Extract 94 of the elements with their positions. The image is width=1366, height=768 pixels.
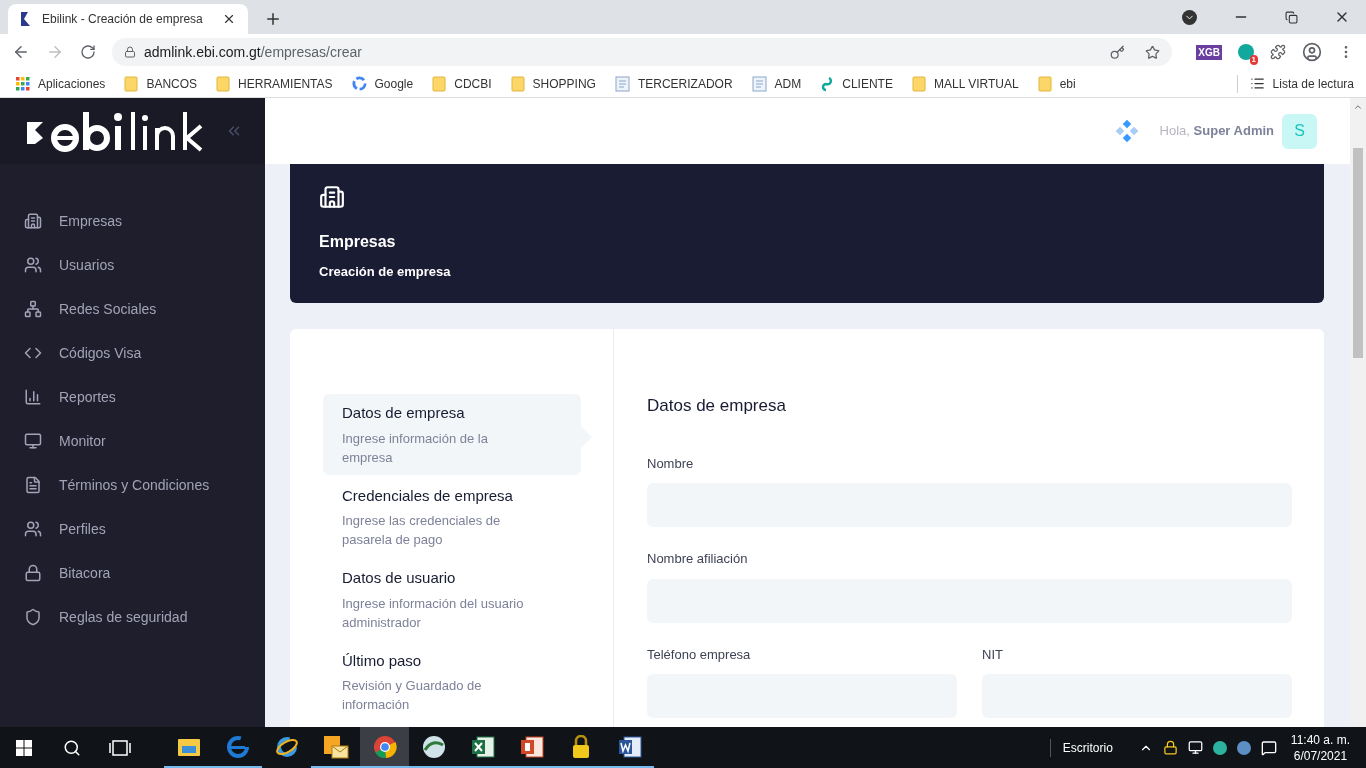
bookmark-link[interactable]: HERRAMIENTAS [238, 74, 333, 93]
wizard-step[interactable]: Datos de usuario Ingrese información del usuario administrador [323, 559, 581, 640]
tab-title: Ebilink - Creación de empresa [42, 11, 203, 28]
bookmark-link[interactable]: BANCOS [146, 74, 198, 93]
bookmark-link[interactable]: CLIENTE [842, 74, 893, 93]
tab-search-icon[interactable] [1182, 9, 1197, 25]
wizard-step[interactable]: Último paso Revisión y Guardado de información [323, 641, 581, 722]
sidebar-item[interactable]: Perfiles [24, 507, 265, 551]
sidebar-item[interactable]: Términos y Condiciones [24, 463, 265, 507]
spreadsheet-icon [470, 734, 495, 759]
new-tab-icon[interactable] [264, 10, 282, 28]
url-text: admlink.ebi.com.gt/empresas/crear [144, 42, 362, 62]
field-label: Teléfono empresa [647, 645, 752, 664]
menu-item-icon [24, 608, 42, 626]
bookmark-link[interactable]: ebi [1059, 74, 1076, 93]
puzzle-icon[interactable] [1270, 44, 1286, 60]
scrollbar-thumb[interactable] [1353, 148, 1363, 358]
slides-icon [519, 734, 544, 759]
folder-icon [432, 75, 447, 92]
toolbar-label[interactable]: Escritorio [1049, 738, 1113, 757]
bookmark-link[interactable]: MALL VIRTUAL [933, 74, 1019, 93]
star-icon[interactable] [1145, 44, 1161, 60]
bookmark-link[interactable]: SHOPPING [532, 74, 596, 93]
document-icon [614, 75, 630, 92]
sidebar-item[interactable]: Usuarios [24, 243, 265, 287]
field-label: Nombre [647, 454, 695, 473]
user-greeting: Hola, Super Admin [1159, 122, 1274, 141]
folder-icon [216, 75, 231, 92]
menu-item-icon [24, 520, 42, 538]
profile-icon[interactable] [1302, 42, 1322, 62]
folder-icon [1037, 75, 1052, 92]
folder-icon [911, 75, 926, 92]
sidebar-item[interactable]: Monitor [24, 419, 265, 463]
key-icon[interactable] [1110, 44, 1126, 60]
padlock-icon [570, 734, 591, 759]
extension-button[interactable]: XGB [1196, 44, 1222, 60]
bookmark-link[interactable]: TERCERIZADOR [637, 74, 733, 93]
scrollbar[interactable] [1350, 98, 1366, 727]
extension-icon[interactable] [1238, 44, 1254, 60]
mail-icon [322, 734, 349, 759]
address-bar[interactable]: admlink.ebi.com.gt/empresas/crear [112, 38, 1173, 66]
reading-list-link[interactable]: Lista de lectura [1272, 74, 1354, 93]
notification-badge: 1 [1249, 55, 1258, 65]
network-icon[interactable] [1187, 740, 1203, 755]
apps-icon[interactable] [1115, 120, 1138, 142]
notifications-icon[interactable] [1260, 739, 1277, 756]
padlock-icon[interactable] [1162, 740, 1178, 755]
wizard-step[interactable]: Credenciales de empresa Ingrese las credenciales de pasarela de pago [323, 476, 581, 557]
close-icon[interactable] [222, 12, 236, 26]
menu-item-icon [24, 300, 42, 318]
bookmark-link[interactable]: CDCBI [454, 74, 492, 93]
browser-tab[interactable]: Ebilink - Creación de empresa [8, 4, 248, 34]
sidebar-item[interactable]: Bitacora [24, 551, 265, 595]
field-label: NIT [982, 645, 1004, 664]
sidebar-item[interactable]: Redes Sociales [24, 287, 265, 331]
menu-item-icon [24, 564, 42, 582]
menu-item-icon [24, 432, 42, 450]
building-icon [319, 184, 345, 210]
folder-icon [124, 75, 139, 92]
menu-item-icon [24, 212, 42, 230]
bookmark-link[interactable]: Aplicaciones [38, 74, 106, 93]
field-label: Nombre afiliación [647, 550, 749, 568]
security-icon[interactable] [1212, 740, 1227, 755]
windows-icon [16, 739, 32, 756]
banner-title: Empresas [319, 232, 397, 252]
globe-icon[interactable] [1236, 740, 1251, 755]
task-view-icon[interactable] [109, 739, 131, 756]
sidebar-item[interactable]: Reportes [24, 375, 265, 419]
lock-icon [124, 46, 136, 58]
clock-time: 11:40 a. m. [1290, 731, 1350, 748]
restore-icon[interactable] [1285, 10, 1298, 24]
scroll-up-icon[interactable] [1353, 102, 1363, 112]
apps-grid-icon [16, 76, 30, 91]
sidebar-item[interactable]: Códigos Visa [24, 331, 265, 375]
document-icon [617, 734, 642, 759]
globe-icon [421, 734, 446, 759]
back-icon[interactable] [12, 43, 30, 61]
sidebar-item[interactable]: Empresas [24, 199, 265, 243]
folder-icon [510, 75, 525, 92]
bookmark-link[interactable]: ADM [774, 74, 802, 93]
chrome-icon [372, 734, 397, 759]
document-icon [751, 75, 767, 92]
reload-icon[interactable] [80, 44, 96, 60]
clock-date: 6/07/2021 [1293, 747, 1348, 764]
banner-subtitle: Creación de empresa [319, 263, 452, 281]
taskbar-app[interactable] [360, 727, 409, 768]
bookmark-link[interactable]: Google [374, 74, 414, 93]
menu-item-icon [24, 388, 42, 406]
form-title: Datos de empresa [647, 395, 787, 417]
reading-list-icon[interactable] [1249, 76, 1265, 91]
menu-item-icon [24, 476, 42, 494]
menu-item-icon [24, 256, 42, 274]
sidebar-item[interactable]: Reglas de seguridad [24, 595, 265, 639]
search-icon[interactable] [63, 738, 81, 757]
